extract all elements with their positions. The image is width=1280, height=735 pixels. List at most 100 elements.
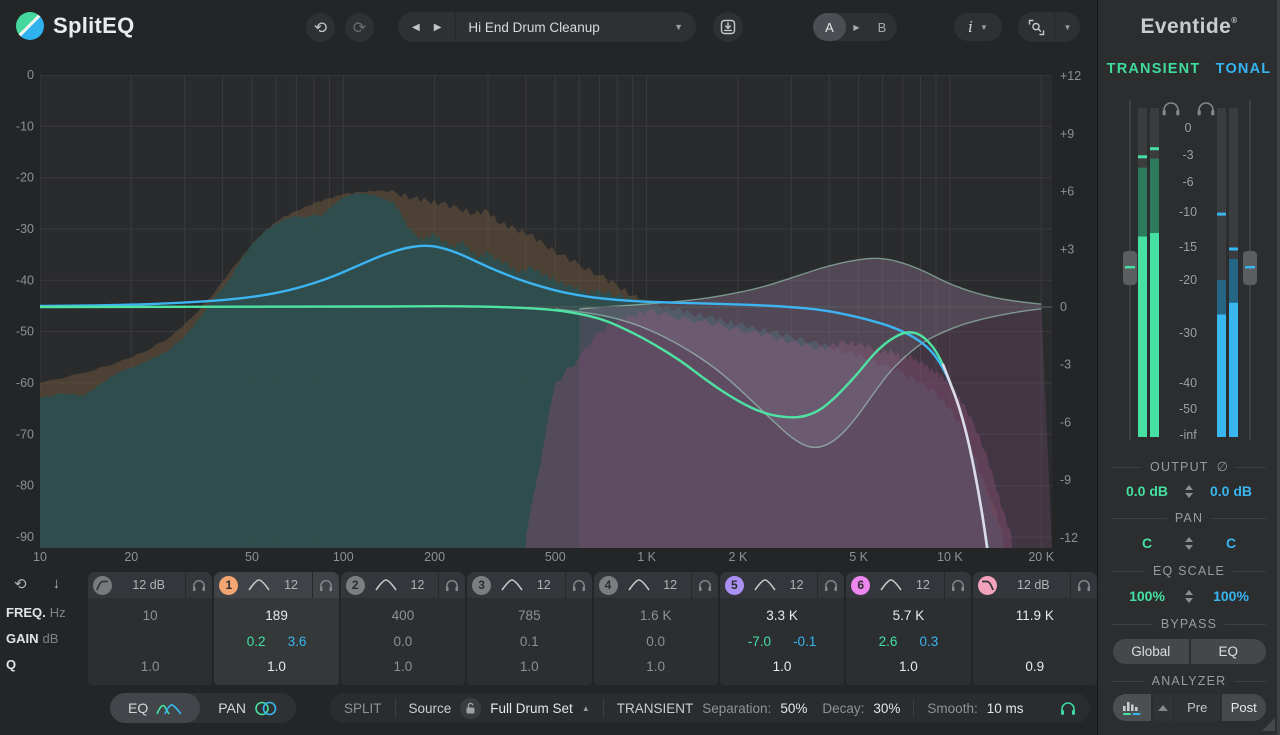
band-freq-value[interactable]: 10 (88, 605, 212, 627)
band-freq-value[interactable]: 189 (214, 605, 338, 627)
band-slope-label[interactable]: 12 (270, 578, 311, 592)
band-gain-value[interactable]: 0.0 (341, 631, 465, 653)
band-slope-label[interactable]: 12 (776, 578, 817, 592)
band-slope-label[interactable]: 12 (523, 578, 564, 592)
band-header[interactable]: 12 dB (88, 572, 212, 598)
band-q-value[interactable]: 0.9 (973, 656, 1097, 678)
band-q-value[interactable]: 1.0 (467, 656, 591, 678)
output-tonal-value[interactable]: 0.0 dB (1205, 483, 1257, 499)
band-q-value[interactable]: 1.0 (88, 656, 212, 678)
band-gain-value[interactable] (973, 631, 1097, 653)
band-solo-headphone-icon[interactable] (445, 579, 459, 592)
decay-value[interactable]: 30% (873, 701, 900, 716)
tab-tonal[interactable]: TONAL (1216, 61, 1272, 77)
band-q-value[interactable]: 1.0 (341, 656, 465, 678)
band-solo-headphone-icon[interactable] (1077, 579, 1091, 592)
window-resize-grip[interactable] (1262, 718, 1275, 731)
preset-selector[interactable]: ◀ ▶ Hi End Drum Cleanup ▼ (398, 12, 696, 42)
band-enable-badge[interactable]: 4 (599, 576, 618, 595)
transient-solo-headphone-icon[interactable] (1060, 701, 1076, 716)
save-preset-button[interactable] (713, 12, 743, 42)
smooth-value[interactable]: 10 ms (987, 701, 1024, 716)
source-expand-icon[interactable]: ▲ (582, 704, 590, 713)
band-header[interactable]: 12 dB (973, 572, 1097, 598)
pan-link-stepper[interactable] (1185, 537, 1193, 550)
band-enable-badge[interactable] (93, 576, 112, 595)
band-solo-button[interactable] (1070, 572, 1097, 598)
band-header[interactable]: 2 12 (341, 572, 465, 598)
output-link-stepper[interactable] (1185, 485, 1193, 498)
band-freq-value[interactable]: 5.7 K (846, 605, 970, 627)
band-solo-button[interactable] (312, 572, 339, 598)
band-gain-value[interactable] (88, 631, 212, 653)
band-header[interactable]: 6 12 (846, 572, 970, 598)
ab-b-button[interactable]: B (867, 20, 897, 35)
collapse-strip-icon[interactable]: ↓ (53, 575, 61, 593)
tonal-solo-icon[interactable] (1199, 103, 1213, 112)
band-solo-button[interactable] (565, 572, 592, 598)
band-gain-values[interactable]: 2.60.3 (846, 631, 970, 653)
tab-transient[interactable]: TRANSIENT (1107, 61, 1201, 77)
transient-solo-icon[interactable] (1164, 103, 1178, 112)
band-slope-label[interactable]: 12 dB (997, 578, 1070, 592)
band-column-lowcut[interactable]: 12 dB 10 1.0 (88, 572, 212, 685)
band-column-band-2[interactable]: 2 12 400 0.0 1.0 (341, 572, 465, 685)
band-q-value[interactable]: 1.0 (214, 656, 338, 678)
band-solo-button[interactable] (691, 572, 718, 598)
band-solo-button[interactable] (185, 572, 212, 598)
band-column-band-1[interactable]: 1 12 189 0.23.6 1.0 (214, 572, 338, 685)
band-q-value[interactable]: 1.0 (846, 656, 970, 678)
band-solo-button[interactable] (817, 572, 844, 598)
band-enable-badge[interactable]: 6 (851, 576, 870, 595)
eq-scale-link-stepper[interactable] (1185, 590, 1193, 603)
band-gain-values[interactable]: 0.23.6 (214, 631, 338, 653)
band-solo-button[interactable] (438, 572, 465, 598)
ab-copy-icon[interactable]: ▶ (846, 23, 867, 32)
analyzer-collapse-button[interactable] (1151, 694, 1173, 721)
band-solo-headphone-icon[interactable] (698, 579, 712, 592)
band-q-value[interactable]: 1.0 (720, 656, 844, 678)
preset-dropdown-icon[interactable]: ▼ (661, 22, 696, 32)
reset-bands-icon[interactable]: ⟲ (14, 575, 27, 593)
info-menu-button[interactable]: i ▼ (954, 13, 1002, 41)
band-solo-headphone-icon[interactable] (192, 579, 206, 592)
band-gain-values[interactable]: -7.0-0.1 (720, 631, 844, 653)
band-solo-headphone-icon[interactable] (824, 579, 838, 592)
bypass-global-button[interactable]: Global (1113, 639, 1189, 664)
band-column-band-6[interactable]: 6 12 5.7 K 2.60.3 1.0 (846, 572, 970, 685)
pan-transient-value[interactable]: C (1121, 535, 1173, 551)
redo-button[interactable]: ⟳ (345, 13, 374, 42)
band-solo-headphone-icon[interactable] (951, 579, 965, 592)
band-header[interactable]: 5 12 (720, 572, 844, 598)
band-freq-value[interactable]: 11.9 K (973, 605, 1097, 627)
band-slope-label[interactable]: 12 (650, 578, 691, 592)
analyzer-post-button[interactable]: Post (1220, 694, 1267, 721)
band-slope-label[interactable]: 12 (902, 578, 943, 592)
band-freq-value[interactable]: 3.3 K (720, 605, 844, 627)
band-column-band-4[interactable]: 4 12 1.6 K 0.0 1.0 (594, 572, 718, 685)
band-solo-button[interactable] (944, 572, 971, 598)
band-gain-value[interactable]: 0.0 (594, 631, 718, 653)
ab-a-button[interactable]: A (813, 13, 846, 41)
source-lock-button[interactable] (460, 698, 481, 719)
band-enable-badge[interactable] (978, 576, 997, 595)
band-header[interactable]: 4 12 (594, 572, 718, 598)
band-freq-value[interactable]: 400 (341, 605, 465, 627)
window-scale-button[interactable] (1018, 12, 1055, 42)
band-column-band-5[interactable]: 5 12 3.3 K -7.0-0.1 1.0 (720, 572, 844, 685)
source-value[interactable]: Full Drum Set (490, 701, 573, 716)
band-solo-headphone-icon[interactable] (319, 579, 333, 592)
separation-value[interactable]: 50% (780, 701, 807, 716)
band-gain-value[interactable]: 0.1 (467, 631, 591, 653)
pan-view-button[interactable]: PAN (200, 693, 296, 723)
band-slope-label[interactable]: 12 (397, 578, 438, 592)
band-enable-badge[interactable]: 3 (472, 576, 491, 595)
band-freq-value[interactable]: 1.6 K (594, 605, 718, 627)
eq-scale-tonal-value[interactable]: 100% (1205, 588, 1257, 604)
preset-prev-next[interactable]: ◀ ▶ (398, 12, 456, 42)
phase-invert-icon[interactable]: ∅ (1217, 459, 1228, 475)
band-solo-headphone-icon[interactable] (572, 579, 586, 592)
analyzer-display-button[interactable] (1113, 694, 1151, 721)
eq-graph-canvas[interactable]: 0-10-20-30-40-50-60-70-80-90+12+9+6+30-3… (0, 55, 1097, 572)
eq-graph[interactable]: 0-10-20-30-40-50-60-70-80-90+12+9+6+30-3… (0, 55, 1097, 572)
